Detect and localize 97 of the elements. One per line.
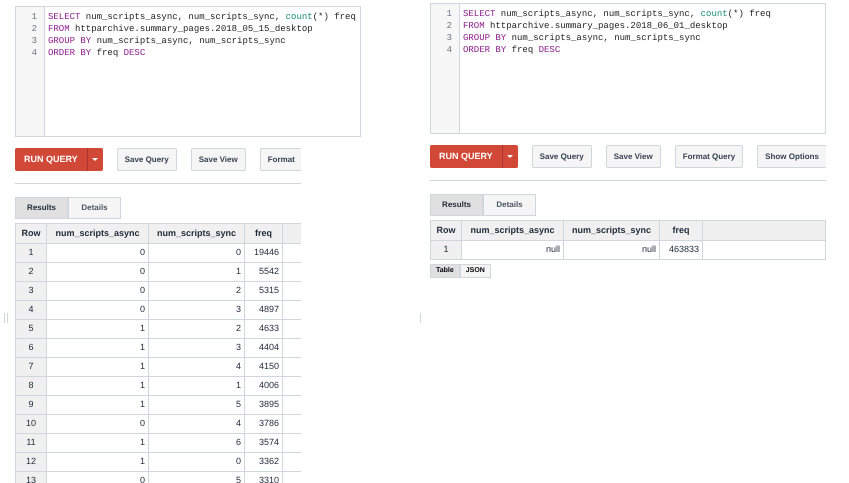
table-cell: 3: [148, 300, 244, 320]
code-line: SELECT num_scripts_async, num_scripts_sync, count(*) freq: [463, 8, 771, 20]
result-tab[interactable]: Results: [15, 197, 68, 219]
query-editor[interactable]: 1 2 3 4 SELECT num_scripts_async, num_scripts_sync, count(*) freq FROM httparchive.summary_pages.2018_06_01_desktop GROUP BY num_scripts_async, num_scripts_sync ORDER BY freq DESC: [430, 3, 826, 134]
table-cell: 1: [46, 358, 148, 376]
table-cell: 4150: [244, 358, 282, 376]
column-header: num_scripts_async: [462, 220, 564, 240]
line-number: 1: [32, 11, 37, 23]
line-number: 4: [446, 44, 452, 56]
table-cell: 7: [16, 358, 46, 376]
table-cell: 1: [148, 262, 244, 282]
table-cell: 5315: [244, 282, 282, 300]
table-cell: 6: [148, 434, 244, 452]
toolbar-button[interactable]: Format Query: [674, 145, 744, 168]
table-cell: 0: [148, 452, 244, 472]
result-tab[interactable]: Results: [430, 194, 483, 216]
table-cell: 9: [16, 396, 46, 414]
table-cell: 3574: [244, 434, 282, 452]
table-cell: 1: [46, 338, 148, 358]
table-cell: 5: [16, 320, 46, 338]
table-cell: 5: [148, 396, 244, 414]
table-cell: 3895: [244, 396, 282, 414]
dropdown-button[interactable]: [502, 145, 518, 168]
code-line: ORDER BY freq DESC: [48, 47, 146, 59]
code-line: SELECT num_scripts_async, num_scripts_sync, count(*) freq: [48, 11, 356, 23]
line-number: 1: [446, 8, 452, 20]
line-number: 2: [446, 20, 452, 32]
code-line: FROM httparchive.summary_pages.2018_06_01_desktop: [463, 20, 729, 32]
table-cell: 1: [148, 376, 244, 396]
table-cell: 2: [148, 282, 244, 300]
table-cell: null: [462, 240, 564, 260]
table-cell: 4: [148, 358, 244, 376]
run-query-button[interactable]: RUN QUERY: [430, 145, 502, 168]
table-cell: 4: [16, 300, 46, 320]
run-query-button[interactable]: RUN QUERY: [15, 148, 87, 171]
column-header: freq: [660, 220, 702, 240]
table-cell: 1: [46, 376, 148, 396]
table-cell: 1: [46, 452, 148, 472]
table-cell: 4006: [244, 376, 282, 396]
line-number: 3: [32, 35, 37, 47]
table-cell: 19446: [244, 244, 282, 262]
table-cell: 1: [16, 244, 46, 262]
table-cell: 3: [148, 338, 244, 358]
toolbar-button[interactable]: Save Query: [532, 145, 592, 168]
table-cell: 4404: [244, 338, 282, 358]
table-cell: 2: [16, 262, 46, 282]
table-cell: 6: [16, 338, 46, 358]
query-editor[interactable]: 1 2 3 4 SELECT num_scripts_async, num_scripts_sync, count(*) freq FROM httparchive.summary_pages.2018_05_15_desktop GROUP BY num_scripts_async, num_scripts_sync ORDER BY freq DESC: [15, 6, 361, 137]
table-cell: 1: [46, 396, 148, 414]
line-number: 2: [32, 23, 37, 35]
table-cell: null: [564, 240, 660, 260]
table-cell: 4897: [244, 300, 282, 320]
table-cell: 2: [148, 320, 244, 338]
code-line: GROUP BY num_scripts_async, num_scripts_sync: [48, 35, 287, 47]
table-cell: 4: [148, 414, 244, 434]
table-cell: 0: [148, 244, 244, 262]
table-cell: 1: [46, 434, 148, 452]
table-cell: 0: [46, 262, 148, 282]
table-cell: 10: [16, 414, 46, 434]
code-line: ORDER BY freq DESC: [463, 44, 562, 56]
code-line: GROUP BY num_scripts_async, num_scripts_sync: [463, 32, 702, 44]
table-cell: 1: [46, 320, 148, 338]
column-header: num_scripts_sync: [148, 224, 244, 244]
dropdown-button[interactable]: [86, 148, 103, 171]
column-header: num_scripts_sync: [564, 220, 660, 240]
resize-handle-icon[interactable]: [4, 313, 8, 323]
column-header: freq: [244, 224, 282, 244]
table-cell: 0: [46, 282, 148, 300]
result-tab[interactable]: Details: [68, 197, 121, 219]
column-header: Row: [16, 224, 46, 244]
table-cell: 11: [16, 434, 46, 452]
table-cell: 4633: [244, 320, 282, 338]
table-cell: 0: [46, 414, 148, 434]
line-number: 3: [446, 32, 452, 44]
table-cell: 0: [46, 300, 148, 320]
table-cell: 5542: [244, 262, 282, 282]
column-header: num_scripts_async: [46, 224, 148, 244]
line-number: 4: [32, 47, 37, 59]
table-cell: 3362: [244, 452, 282, 472]
table-cell: 13: [16, 472, 46, 483]
column-header: Row: [430, 220, 462, 240]
toolbar-button[interactable]: Save View: [606, 145, 661, 168]
toolbar-button[interactable]: Show Options: [757, 145, 826, 168]
toolbar-button[interactable]: Save View: [190, 148, 246, 171]
table-cell: 1: [430, 240, 462, 260]
table-cell: 3786: [244, 414, 282, 434]
result-tab[interactable]: Details: [483, 194, 536, 216]
table-cell: 0: [46, 244, 148, 262]
table-cell: 3: [16, 282, 46, 300]
table-cell: 12: [16, 452, 46, 472]
table-cell: 463833: [660, 240, 702, 260]
caret-icon: [507, 155, 514, 158]
table-cell: 8: [16, 376, 46, 396]
caret-icon: [92, 158, 98, 161]
code-line: FROM httparchive.summary_pages.2018_05_15_desktop: [48, 23, 314, 35]
toolbar-button[interactable]: Save Query: [116, 148, 177, 171]
toolbar-button[interactable]: Format: [260, 148, 301, 171]
